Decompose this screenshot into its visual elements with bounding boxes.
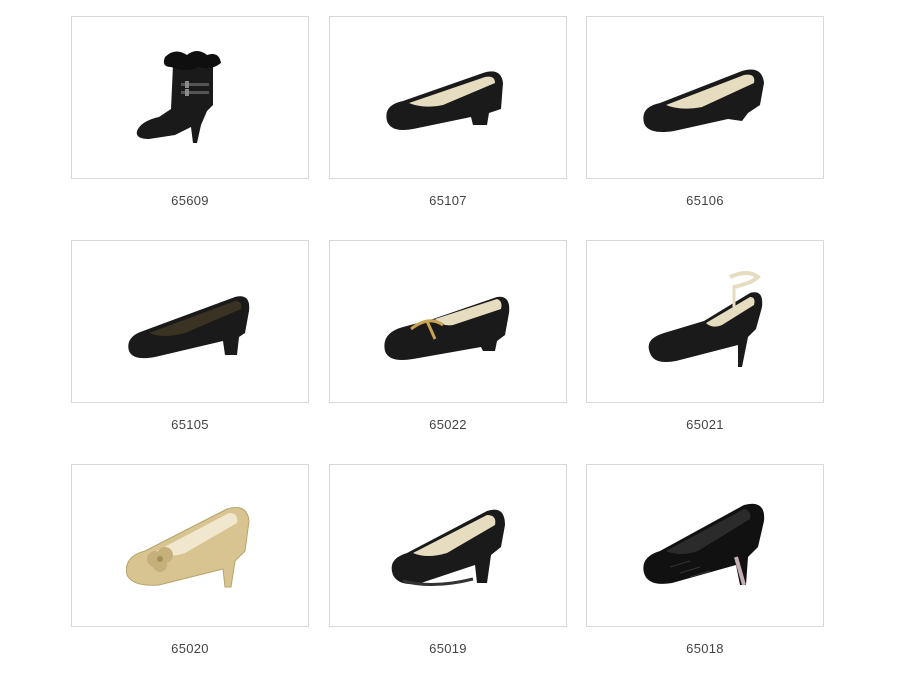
product-code[interactable]: 65107 — [329, 193, 567, 208]
patterned-heel-pump-icon — [643, 503, 765, 586]
product-image[interactable] — [71, 16, 309, 179]
product-code[interactable]: 65020 — [71, 641, 309, 656]
product-code[interactable]: 65021 — [586, 417, 824, 432]
product-image[interactable] — [329, 240, 567, 403]
product-image[interactable] — [71, 464, 309, 627]
wedge-heel-pump-icon — [643, 69, 764, 132]
product-code[interactable]: 65105 — [71, 417, 309, 432]
block-heel-pump-icon — [128, 295, 250, 358]
product-image[interactable] — [586, 240, 824, 403]
product-image[interactable] — [329, 16, 567, 179]
product-code[interactable]: 65106 — [586, 193, 824, 208]
product-card[interactable]: 65609 — [71, 16, 309, 208]
product-card[interactable]: 65105 — [71, 240, 309, 432]
ankle-strap-heel-icon — [648, 270, 763, 367]
product-card[interactable]: 65107 — [329, 16, 567, 208]
product-image[interactable] — [329, 464, 567, 627]
product-card[interactable]: 65020 — [71, 464, 309, 656]
product-card[interactable]: 65021 — [586, 240, 824, 432]
ankle-boot-fur-icon — [136, 50, 221, 143]
buckle-loafer-icon — [384, 296, 510, 360]
product-grid: 65609 65107 65106 65105 65022 65021 6502… — [0, 0, 900, 675]
product-image[interactable] — [71, 240, 309, 403]
product-code[interactable]: 65022 — [329, 417, 567, 432]
product-image[interactable] — [586, 16, 824, 179]
low-heel-pump-icon — [386, 70, 503, 130]
product-card[interactable]: 65019 — [329, 464, 567, 656]
product-card[interactable]: 65018 — [586, 464, 824, 656]
product-code[interactable]: 65018 — [586, 641, 824, 656]
product-code[interactable]: 65019 — [329, 641, 567, 656]
product-card[interactable]: 65106 — [586, 16, 824, 208]
product-image[interactable] — [586, 464, 824, 627]
beige-bow-pump-icon — [125, 506, 250, 587]
product-card[interactable]: 65022 — [329, 240, 567, 432]
high-heel-pump-icon — [391, 509, 505, 586]
product-code[interactable]: 65609 — [71, 193, 309, 208]
